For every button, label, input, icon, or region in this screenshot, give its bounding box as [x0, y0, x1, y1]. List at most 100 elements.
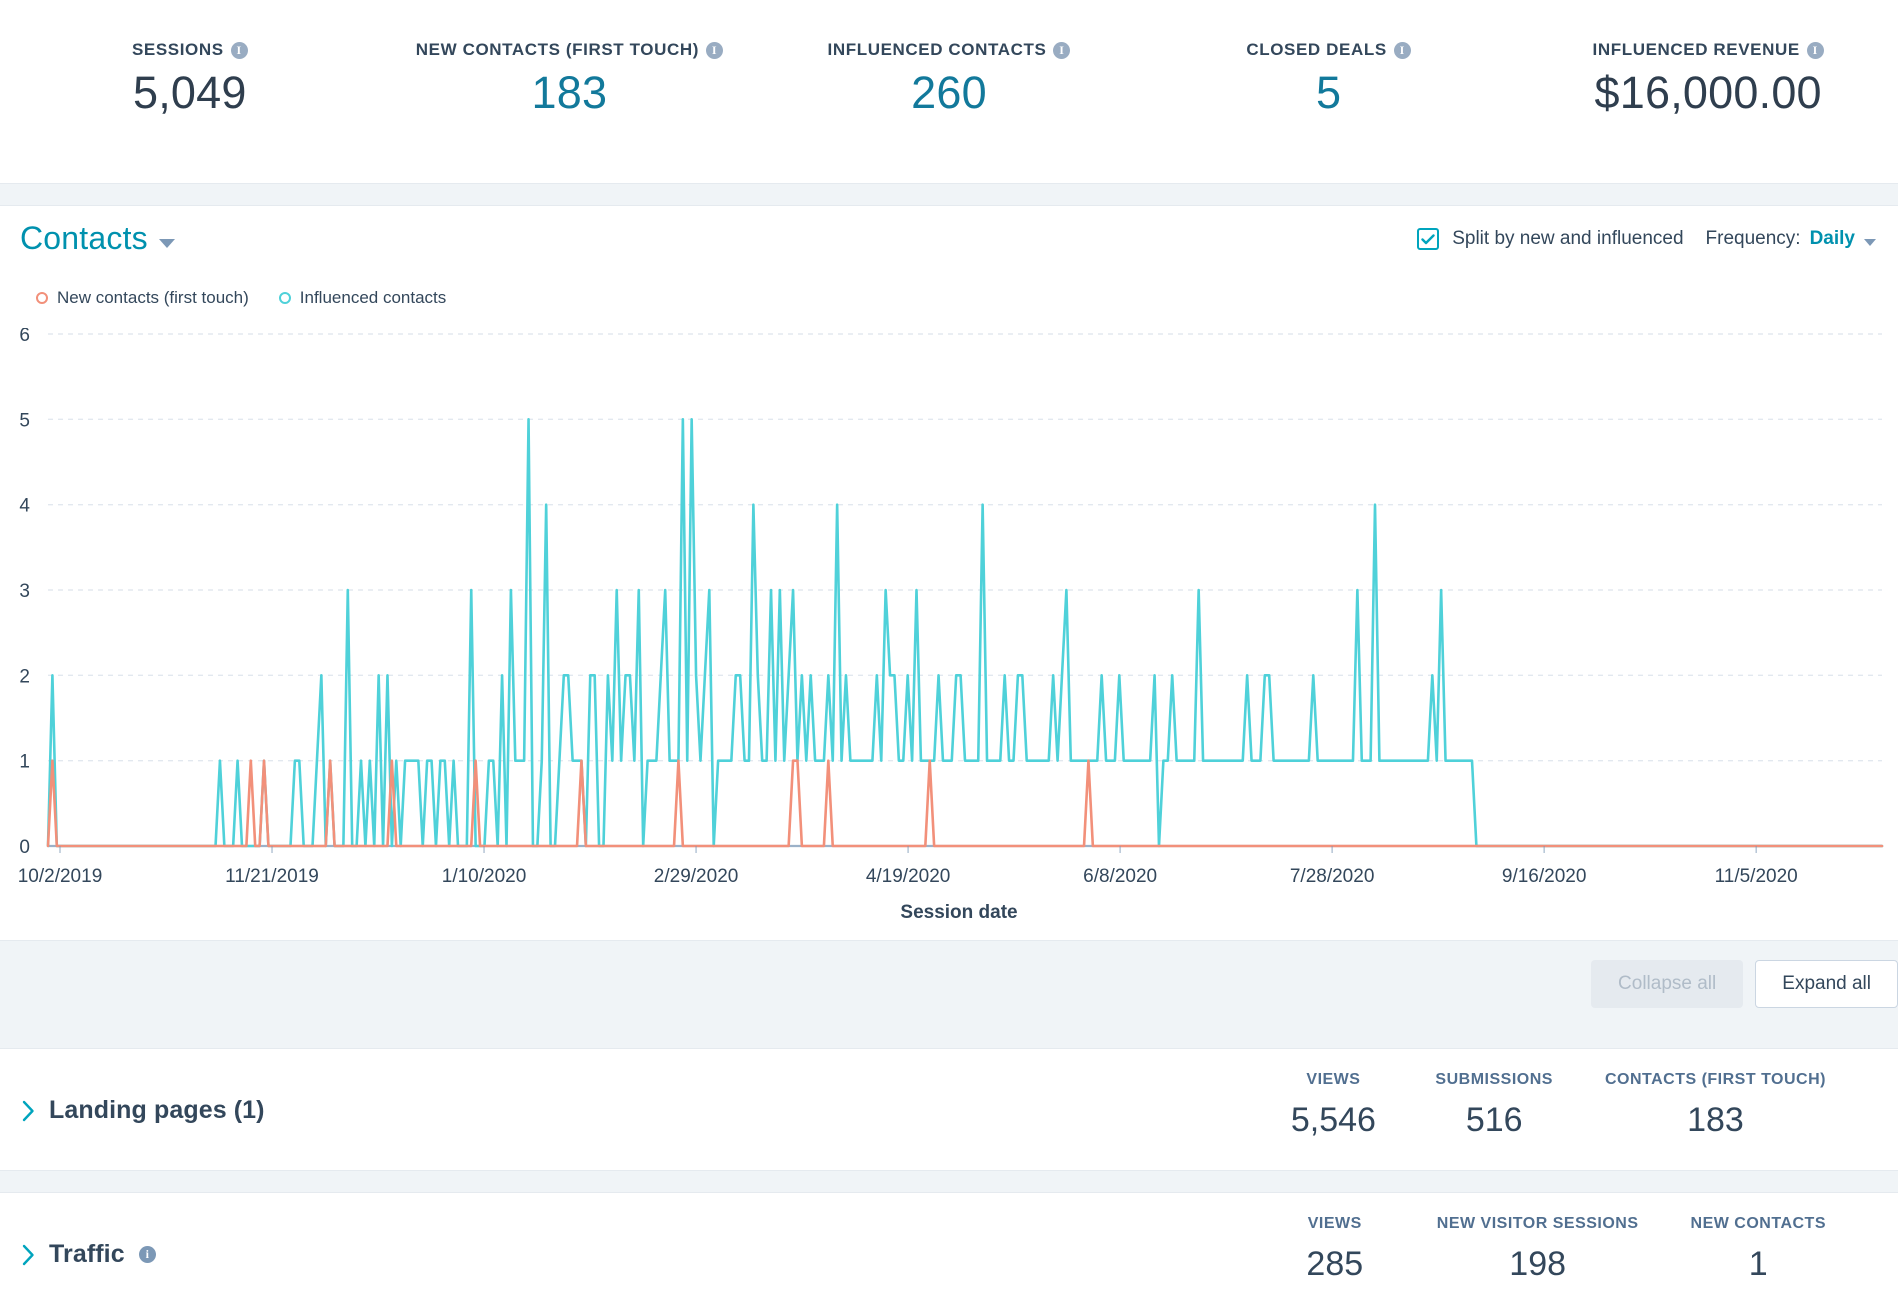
info-icon[interactable]: i: [1393, 41, 1411, 59]
legend-item-label: New contacts (first touch): [57, 288, 249, 307]
traffic-title: Traffic: [49, 1240, 125, 1268]
metric-selector-label: Contacts: [20, 220, 148, 256]
metric-selector-dropdown[interactable]: Contacts: [20, 220, 175, 257]
svg-text:1: 1: [19, 752, 30, 773]
svg-text:0: 0: [19, 837, 30, 858]
kpi-sessions-label-text: SESSIONS: [131, 40, 224, 59]
collapse-all-button[interactable]: Collapse all: [1591, 960, 1744, 1008]
svg-text:Session date: Session date: [900, 902, 1017, 923]
info-icon[interactable]: i: [138, 1246, 156, 1263]
kpi-sessions: SESSIONS i 5,049: [0, 0, 380, 118]
metric-value: 198: [1509, 1245, 1567, 1283]
kpi-influenced-contacts: INFLUENCED CONTACTS i 260: [759, 0, 1139, 118]
metric-value: 285: [1306, 1245, 1364, 1283]
split-by-new-and-influenced-checkbox[interactable]: Split by new and influenced: [1417, 228, 1684, 250]
kpi-influenced-contacts-value: 260: [911, 67, 987, 118]
frequency-control: Frequency: Daily: [1706, 228, 1876, 250]
chevron-down-icon: [1864, 238, 1876, 246]
kpi-closed-deals-value: 5: [1315, 67, 1342, 118]
legend-marker-icon: [278, 292, 291, 304]
metric-views: VIEWS 5,546: [1257, 1071, 1409, 1140]
chevron-right-icon: [22, 1244, 34, 1265]
svg-text:2/29/2020: 2/29/2020: [654, 866, 739, 887]
landing-pages-metrics: VIEWS 5,546 SUBMISSIONS 516 CONTACTS (FI…: [1257, 1071, 1852, 1140]
metric-value: 5,546: [1290, 1101, 1376, 1139]
metric-value: 183: [1687, 1101, 1744, 1139]
svg-text:3: 3: [19, 581, 30, 602]
chart-svg: 0 1 2 3 4 5 6 10/2/2019 11/21/2019 1/10/2020 2/29/…: [18, 328, 1884, 923]
metric-header: CONTACTS (FIRST TOUCH): [1604, 1071, 1826, 1088]
svg-text:4/19/2020: 4/19/2020: [866, 866, 951, 887]
kpi-sessions-label: SESSIONS i: [132, 40, 248, 60]
kpi-new-contacts: NEW CONTACTS (FIRST TOUCH) i 183: [380, 0, 760, 118]
kpi-influenced-revenue-label: INFLUENCED REVENUE i: [1593, 40, 1824, 60]
metric-value: 516: [1465, 1101, 1523, 1139]
svg-text:1/10/2020: 1/10/2020: [442, 866, 527, 887]
frequency-value-dropdown[interactable]: Daily: [1810, 228, 1855, 250]
legend-item-influenced-contacts[interactable]: Influenced contacts: [278, 288, 447, 308]
svg-text:10/2/2019: 10/2/2019: [18, 866, 103, 887]
svg-text:6/8/2020: 6/8/2020: [1083, 866, 1157, 887]
svg-text:9/16/2020: 9/16/2020: [1502, 866, 1587, 887]
kpi-influenced-contacts-label-text: INFLUENCED CONTACTS: [827, 40, 1047, 59]
metric-header: NEW CONTACTS: [1690, 1215, 1826, 1232]
metric-new-contacts: NEW CONTACTS 1: [1665, 1215, 1852, 1284]
traffic-metrics: VIEWS 285 NEW VISITOR SESSIONS 198 NEW C…: [1259, 1215, 1852, 1284]
metric-submissions: SUBMISSIONS 516: [1409, 1071, 1579, 1140]
chart-controls: Split by new and influenced Frequency: D…: [1417, 228, 1876, 250]
kpi-new-contacts-value: 183: [531, 67, 608, 118]
info-icon[interactable]: i: [705, 41, 723, 59]
chevron-right-icon: [22, 1100, 34, 1121]
kpi-new-contacts-label-text: NEW CONTACTS (FIRST TOUCH): [415, 40, 699, 59]
kpi-sessions-value: 5,049: [132, 67, 247, 118]
traffic-expander[interactable]: Traffic i: [22, 1240, 156, 1269]
kpi-closed-deals-label: CLOSED DEALS i: [1246, 40, 1411, 60]
metric-header: NEW VISITOR SESSIONS: [1436, 1215, 1639, 1232]
metric-views: VIEWS 285: [1259, 1215, 1411, 1284]
kpi-influenced-revenue-value: $16,000.00: [1594, 67, 1822, 118]
svg-text:11/21/2019: 11/21/2019: [225, 866, 319, 887]
section-divider: [0, 183, 1898, 206]
landing-pages-title: Landing pages (1): [49, 1096, 265, 1124]
contacts-chart-panel: Contacts Split by new and influenced Fre…: [0, 206, 1898, 940]
chart-header: Contacts Split by new and influenced Fre…: [0, 206, 1898, 278]
info-icon[interactable]: i: [1806, 41, 1824, 59]
expand-collapse-toolbar: Collapse all Expand all: [1591, 960, 1898, 1008]
kpi-influenced-contacts-label: INFLUENCED CONTACTS i: [828, 40, 1071, 60]
kpi-new-contacts-label: NEW CONTACTS (FIRST TOUCH) i: [416, 40, 723, 60]
frequency-label: Frequency:: [1705, 228, 1801, 249]
line-chart-plot-area[interactable]: 0 1 2 3 4 5 6 10/2/2019 11/21/2019 1/10/2020 2/29/…: [0, 328, 1898, 940]
kpi-summary-strip: SESSIONS i 5,049 NEW CONTACTS (FIRST TOU…: [0, 0, 1898, 183]
svg-text:6: 6: [19, 328, 30, 346]
metric-header: VIEWS: [1307, 1215, 1362, 1232]
kpi-influenced-revenue: INFLUENCED REVENUE i $16,000.00: [1518, 0, 1898, 118]
section-divider: [0, 1170, 1898, 1193]
checkbox-checked-icon: [1417, 228, 1440, 250]
metric-value: 1: [1748, 1245, 1768, 1283]
metric-new-visitor-sessions: NEW VISITOR SESSIONS 198: [1411, 1215, 1665, 1284]
expand-all-button[interactable]: Expand all: [1755, 960, 1898, 1008]
legend-item-new-contacts[interactable]: New contacts (first touch): [36, 288, 249, 308]
traffic-section: Traffic i VIEWS 285 NEW VISITOR SESSIONS…: [0, 1193, 1898, 1310]
svg-text:5: 5: [19, 410, 30, 431]
chevron-down-icon: [158, 239, 175, 248]
kpi-closed-deals: CLOSED DEALS i 5: [1139, 0, 1519, 118]
kpi-closed-deals-label-text: CLOSED DEALS: [1246, 40, 1387, 59]
chart-legend: New contacts (first touch) Influenced co…: [36, 288, 446, 308]
svg-text:7/28/2020: 7/28/2020: [1290, 866, 1375, 887]
svg-text:4: 4: [19, 496, 30, 517]
info-icon[interactable]: i: [230, 41, 248, 59]
analytics-dashboard: SESSIONS i 5,049 NEW CONTACTS (FIRST TOU…: [0, 0, 1898, 1310]
landing-pages-section: Landing pages (1) VIEWS 5,546 SUBMISSION…: [0, 1049, 1898, 1170]
svg-text:2: 2: [19, 666, 30, 687]
svg-text:11/5/2020: 11/5/2020: [1715, 866, 1798, 887]
split-checkbox-label: Split by new and influenced: [1452, 228, 1684, 249]
info-icon[interactable]: i: [1053, 41, 1071, 59]
metric-header: SUBMISSIONS: [1435, 1071, 1553, 1088]
legend-marker-icon: [36, 292, 48, 304]
metric-header: VIEWS: [1306, 1071, 1361, 1088]
legend-item-label: Influenced contacts: [299, 288, 447, 307]
kpi-influenced-revenue-label-text: INFLUENCED REVENUE: [1592, 40, 1800, 59]
metric-contacts-first-touch: CONTACTS (FIRST TOUCH) 183: [1579, 1071, 1852, 1140]
landing-pages-expander[interactable]: Landing pages (1): [22, 1096, 265, 1125]
